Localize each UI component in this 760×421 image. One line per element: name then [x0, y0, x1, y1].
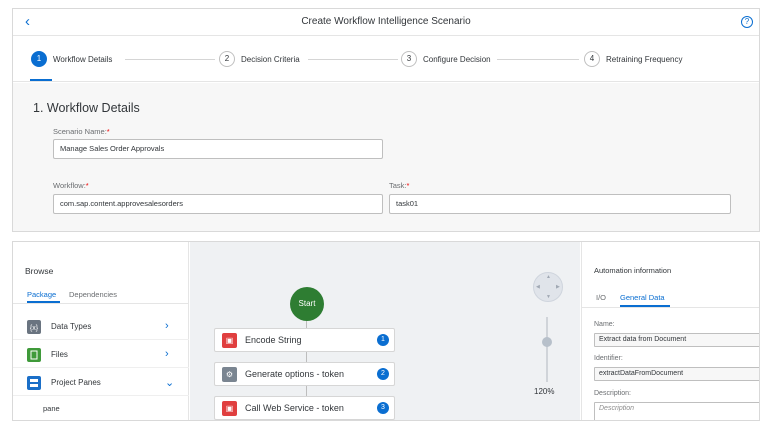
- automation-editor: Browse Package Dependencies {x} Data Typ…: [12, 241, 760, 421]
- step-number: 3: [401, 51, 417, 67]
- identifier-label: Identifier:: [594, 355, 623, 362]
- step-number: 2: [219, 51, 235, 67]
- step-label: Retraining Frequency: [606, 54, 683, 64]
- wizard-step-4[interactable]: 4 Retraining Frequency: [584, 50, 689, 68]
- flow-step-encode-string[interactable]: ▣ Encode String 1: [214, 328, 395, 352]
- wizard-steps: 1 Workflow Details 2 Decision Criteria 3…: [13, 36, 759, 82]
- name-label: Name:: [594, 321, 615, 328]
- pan-control[interactable]: ▲ ▼ ◀ ▶: [533, 272, 563, 302]
- data-types-icon: {x}: [27, 320, 41, 334]
- wizard-step-2[interactable]: 2 Decision Criteria: [219, 50, 306, 68]
- workflow-field[interactable]: com.sap.content.approvesalesorders: [53, 194, 383, 214]
- active-step-indicator: [30, 79, 52, 81]
- scenario-name-field[interactable]: Manage Sales Order Approvals: [53, 139, 383, 159]
- chevron-right-icon[interactable]: ›: [165, 320, 169, 332]
- step-label: Decision Criteria: [241, 54, 300, 64]
- dialog-title: Create Workflow Intelligence Scenario: [301, 16, 471, 27]
- step-order-badge: 3: [377, 402, 389, 414]
- browse-item-files[interactable]: Files ›: [13, 342, 189, 368]
- flow-step-generate-options[interactable]: ⚙ Generate options - token 2: [214, 362, 395, 386]
- browse-sub-item-pane[interactable]: pane: [43, 404, 60, 413]
- help-icon[interactable]: ?: [741, 16, 753, 28]
- script-icon: ⚙: [222, 367, 237, 382]
- start-node[interactable]: Start: [290, 287, 324, 321]
- step-number: 1: [31, 51, 47, 67]
- automation-info-tabs: I/O General Data: [582, 288, 759, 308]
- workflow-details-form: 1. Workflow Details Scenario Name:* Mana…: [13, 83, 759, 231]
- files-icon: [27, 348, 41, 362]
- wizard-step-3[interactable]: 3 Configure Decision: [401, 50, 497, 68]
- identifier-field[interactable]: extractDataFromDocument: [594, 367, 759, 381]
- tab-package[interactable]: Package: [27, 290, 56, 299]
- automation-info-panel: Automation information I/O General Data …: [581, 242, 759, 420]
- flow-step-label: Generate options - token: [245, 369, 345, 379]
- workflow-label: Workflow:*: [53, 181, 89, 190]
- flow-step-label: Encode String: [245, 335, 302, 345]
- tab-io[interactable]: I/O: [596, 293, 606, 302]
- description-field[interactable]: Description: [594, 402, 759, 420]
- active-tab-indicator: [27, 301, 60, 303]
- activity-icon: ▣: [222, 401, 237, 416]
- tab-dependencies[interactable]: Dependencies: [69, 290, 117, 299]
- description-label: Description:: [594, 390, 631, 397]
- active-tab-indicator: [620, 305, 670, 307]
- step-connector: [125, 59, 215, 60]
- scenario-name-label: Scenario Name:*: [53, 127, 110, 136]
- activity-icon: ▣: [222, 333, 237, 348]
- task-field[interactable]: task01: [389, 194, 731, 214]
- project-panes-icon: [27, 376, 41, 390]
- automation-info-title: Automation information: [594, 266, 672, 275]
- browse-item-label: Data Types: [51, 322, 92, 331]
- step-order-badge: 1: [377, 334, 389, 346]
- step-connector: [308, 59, 398, 60]
- browse-title: Browse: [25, 266, 54, 276]
- step-connector: [491, 59, 579, 60]
- section-title: 1. Workflow Details: [33, 101, 140, 115]
- browse-panel: Browse Package Dependencies {x} Data Typ…: [13, 242, 189, 420]
- task-label: Task:*: [389, 181, 410, 190]
- step-order-badge: 2: [377, 368, 389, 380]
- browse-item-label: Files: [51, 350, 68, 359]
- browse-item-label: Project Panes: [51, 378, 101, 387]
- zoom-slider-handle[interactable]: [542, 337, 552, 347]
- browse-item-data-types[interactable]: {x} Data Types ›: [13, 314, 189, 340]
- zoom-level: 120%: [534, 387, 555, 396]
- step-label: Configure Decision: [423, 54, 491, 64]
- browse-item-project-panes[interactable]: Project Panes ⌄: [13, 370, 189, 396]
- dialog-header: ‹ Create Workflow Intelligence Scenario …: [13, 9, 759, 36]
- step-label: Workflow Details: [53, 54, 113, 64]
- chevron-right-icon[interactable]: ›: [165, 348, 169, 360]
- wizard-step-1[interactable]: 1 Workflow Details: [31, 50, 119, 68]
- tab-general-data[interactable]: General Data: [620, 293, 665, 302]
- step-number: 4: [584, 51, 600, 67]
- browse-tabs: Package Dependencies: [13, 286, 188, 304]
- flow-step-label: Call Web Service - token: [245, 403, 344, 413]
- flow-canvas[interactable]: Start ▣ Encode String 1 ⚙ Generate optio…: [190, 242, 580, 420]
- zoom-slider[interactable]: [546, 317, 548, 382]
- create-scenario-dialog: ‹ Create Workflow Intelligence Scenario …: [12, 8, 760, 232]
- svg-text:{x}: {x}: [30, 325, 39, 332]
- flow-step-call-web-service[interactable]: ▣ Call Web Service - token 3: [214, 396, 395, 420]
- name-field[interactable]: Extract data from Document: [594, 333, 759, 347]
- chevron-down-icon[interactable]: ⌄: [165, 376, 174, 389]
